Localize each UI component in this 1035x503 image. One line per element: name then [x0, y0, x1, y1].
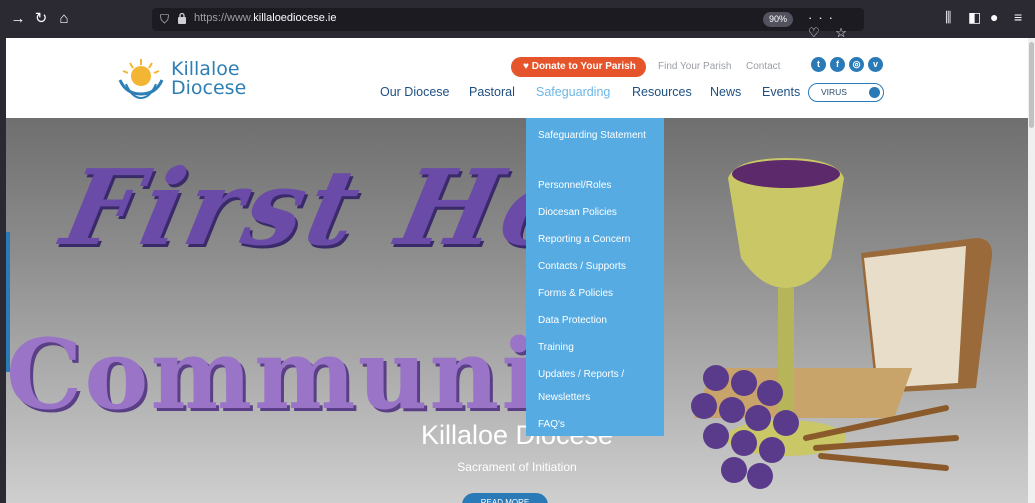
- hero-heading-1: First Ho: [52, 146, 590, 269]
- lock-icon[interactable]: [177, 12, 187, 24]
- nav-our-diocese[interactable]: Our Diocese: [380, 85, 449, 99]
- site-logo-text[interactable]: Killaloe Diocese: [171, 60, 246, 98]
- read-more-button[interactable]: READ MORE: [462, 493, 548, 503]
- shield-icon[interactable]: ⛉: [160, 12, 169, 27]
- library-icon[interactable]: ⫼: [945, 9, 951, 26]
- reload-icon[interactable]: ↻: [31, 9, 51, 29]
- nav-safeguarding[interactable]: Safeguarding: [536, 85, 610, 99]
- page-scrollbar[interactable]: [1028, 38, 1035, 503]
- nav-pastoral[interactable]: Pastoral: [469, 85, 515, 99]
- home-icon[interactable]: ⌂: [54, 9, 74, 29]
- dropdown-item-diocesan-policies[interactable]: Diocesan Policies: [526, 201, 664, 228]
- facebook-icon[interactable]: f: [830, 57, 845, 72]
- menu-icon[interactable]: ≡: [1014, 9, 1022, 25]
- zoom-badge[interactable]: 90%: [763, 12, 794, 27]
- url-text[interactable]: https://www.killaloediocese.ie: [194, 12, 336, 24]
- hero-heading-2: Communi: [6, 318, 540, 431]
- dropdown-item-contacts-supports[interactable]: Contacts / Supports: [526, 255, 664, 282]
- nav-events[interactable]: Events: [762, 85, 800, 99]
- dropdown-item-faqs[interactable]: FAQ's: [526, 413, 664, 440]
- nav-resources[interactable]: Resources: [632, 85, 692, 99]
- hero-banner: First Ho Communi Killaloe Diocese Sacram…: [6, 118, 1028, 503]
- search-text: VIRUS: [821, 87, 847, 97]
- webpage: Killaloe Diocese ♥ Donate to Your Parish…: [6, 38, 1028, 503]
- site-header: Killaloe Diocese ♥ Donate to Your Parish…: [6, 38, 1028, 118]
- scrollbar-thumb[interactable]: [1029, 42, 1034, 128]
- nav-news[interactable]: News: [710, 85, 741, 99]
- dropdown-item-training[interactable]: Training: [526, 336, 664, 363]
- hero-subtitle: Sacrament of Initiation: [457, 460, 577, 474]
- dropdown-item-reporting-concern[interactable]: Reporting a Concern: [526, 228, 664, 255]
- dropdown-item-safeguarding-statement[interactable]: Safeguarding Statement: [526, 124, 664, 174]
- dropdown-item-updates-reports[interactable]: Updates / Reports / Newsletters: [526, 363, 664, 413]
- search-icon[interactable]: [869, 87, 880, 98]
- donate-button[interactable]: ♥ Donate to Your Parish: [511, 57, 646, 77]
- find-parish-link[interactable]: Find Your Parish: [658, 61, 731, 72]
- url-bar[interactable]: ⛉ https://www.killaloediocese.ie 90% ···…: [152, 8, 864, 40]
- logo-line-2: Diocese: [171, 77, 247, 99]
- sidebar-icon[interactable]: ◧: [968, 9, 981, 26]
- dropdown-item-personnel-roles[interactable]: Personnel/Roles: [526, 174, 664, 201]
- dropdown-item-forms-policies[interactable]: Forms & Policies: [526, 282, 664, 309]
- instagram-icon[interactable]: ◎: [849, 57, 864, 72]
- vimeo-icon[interactable]: v: [868, 57, 883, 72]
- twitter-icon[interactable]: t: [811, 57, 826, 72]
- back-icon[interactable]: →: [8, 9, 28, 29]
- safeguarding-dropdown: Safeguarding Statement Personnel/Roles D…: [526, 118, 664, 436]
- search-input[interactable]: VIRUS: [808, 83, 884, 102]
- dropdown-item-data-protection[interactable]: Data Protection: [526, 309, 664, 336]
- contact-link[interactable]: Contact: [746, 61, 780, 72]
- diocese-logo-icon[interactable]: [116, 56, 166, 102]
- page-actions-icons[interactable]: ··· ♡ ☆: [808, 10, 864, 41]
- browser-toolbar: → ↻ ⌂ ⛉ https://www.killaloediocese.ie 9…: [0, 0, 1035, 40]
- account-icon[interactable]: ●: [990, 9, 998, 25]
- hero-title: Killaloe Diocese: [420, 420, 614, 450]
